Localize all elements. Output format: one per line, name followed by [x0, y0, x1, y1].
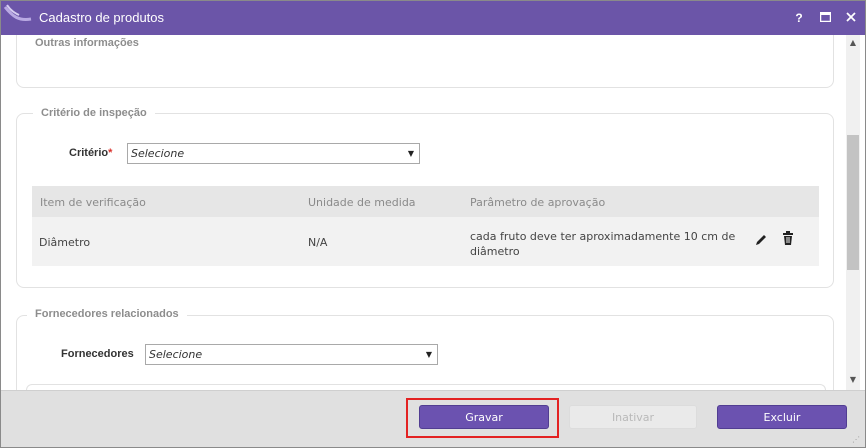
criterio-select-value: Selecione	[131, 147, 185, 160]
close-icon	[846, 12, 856, 22]
column-header-parametro: Parâmetro de aprovação	[470, 196, 606, 209]
form-content: Outras informações Critério de inspeção …	[1, 35, 846, 390]
criterio-select[interactable]: Selecione ▼	[127, 143, 420, 164]
chevron-down-icon: ▼	[407, 149, 414, 158]
maximize-button[interactable]	[819, 10, 831, 26]
fornecedores-title: Fornecedores relacionados	[27, 308, 187, 320]
resize-grip-icon[interactable]: ⋰	[852, 435, 860, 444]
criterio-inspecao-title: Critério de inspeção	[33, 107, 155, 119]
cell-item: Diâmetro	[39, 236, 91, 249]
cell-parametro-line2: diâmetro	[470, 245, 520, 258]
column-header-item: Item de verificação	[40, 196, 146, 209]
help-button[interactable]: ?	[793, 10, 805, 26]
criterio-label-text: Critério	[69, 147, 109, 159]
trash-icon[interactable]	[781, 231, 797, 247]
fornecedores-label: Fornecedores	[61, 348, 134, 360]
table-row[interactable]: Diâmetro N/A cada fruto deve ter aproxim…	[32, 217, 819, 266]
column-header-unidade: Unidade de medida	[308, 196, 416, 209]
fornecedores-select[interactable]: Selecione ▼	[145, 344, 438, 365]
fornecedores-select-value: Selecione	[149, 348, 203, 361]
scroll-down-icon[interactable]: ▼	[846, 375, 860, 385]
criterio-label: Critério*	[69, 147, 112, 159]
chevron-down-icon: ▼	[425, 350, 432, 359]
inspection-table-header: Item de verificação Unidade de medida Pa…	[32, 186, 819, 217]
edit-icon[interactable]	[754, 232, 770, 248]
app-logo-icon	[3, 4, 32, 21]
dialog-footer: Gravar Inativar Excluir ⋰	[1, 390, 865, 447]
inactivate-button: Inativar	[569, 405, 697, 429]
scrollbar-thumb[interactable]	[847, 135, 859, 270]
title-bar[interactable]: Cadastro de produtos ?	[1, 1, 865, 35]
cell-parametro-line1: cada fruto deve ter aproximadamente 10 c…	[470, 230, 736, 243]
window-title: Cadastro de produtos	[39, 10, 165, 25]
outras-informacoes-title: Outras informações	[27, 37, 147, 49]
required-marker: *	[108, 147, 113, 159]
delete-button[interactable]: Excluir	[717, 405, 847, 429]
save-button[interactable]: Gravar	[419, 405, 549, 429]
product-dialog: Cadastro de produtos ? Outras informaçõe…	[0, 0, 866, 448]
scroll-up-icon[interactable]: ▲	[846, 38, 860, 48]
vertical-scrollbar[interactable]: ▲ ▼	[846, 35, 860, 390]
maximize-icon	[819, 11, 831, 23]
close-button[interactable]	[844, 10, 858, 26]
cell-unidade: N/A	[308, 236, 328, 249]
